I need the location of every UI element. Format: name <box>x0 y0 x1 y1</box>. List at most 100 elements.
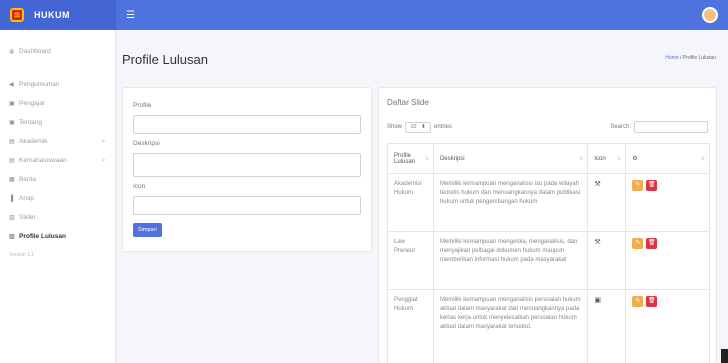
sidebar-item-berita[interactable]: ▦ Berita <box>0 170 115 189</box>
table-row: Penggiat Hukum Memiliki kemampuan mengan… <box>387 289 710 363</box>
search-input[interactable] <box>634 121 708 133</box>
profile-label: Profile <box>133 102 152 109</box>
entries-value: 10 <box>410 124 417 130</box>
sort-icon: ⇅ <box>700 156 705 162</box>
breadcrumb-separator: / <box>680 55 682 61</box>
sidebar: ◍ Dashboard ◀ Pengumuman ▣ Pengajar ▣ Te… <box>0 30 116 363</box>
sidebar-item-kemahasiswaan[interactable]: ▤ Kemahasiswaan > <box>0 151 115 170</box>
sort-icon: ⇅ <box>424 156 429 162</box>
sidebar-item-label: Kemahasiswaan <box>19 157 67 164</box>
users-icon: ▣ <box>9 101 15 107</box>
table-row: Law Preneur Memiliki kemampuan mengelola… <box>387 231 710 290</box>
hammer-icon: ⚒ <box>587 231 627 290</box>
sort-icon: ⇅ <box>617 156 622 162</box>
building-icon: ▣ <box>587 289 627 363</box>
col-header-icon[interactable]: Icon ⇅ <box>587 143 627 174</box>
hammer-icon: ⚒ <box>587 173 627 232</box>
megaphone-icon: ◀ <box>9 82 14 88</box>
cell-deskripsi: Memiliki kemampuan menganalisis persoala… <box>432 289 589 363</box>
list-icon: ▤ <box>9 158 15 164</box>
sidebar-item-label: Dashboard <box>19 48 51 55</box>
search-wrap: Search: <box>610 121 708 133</box>
header-label: Deskripsi <box>439 155 465 162</box>
scrollbar-thumb[interactable] <box>721 349 728 363</box>
sidebar-item-profile-lulusan[interactable]: ▥ Profile Lulusan <box>0 227 115 246</box>
slider-icon: ▥ <box>9 215 15 221</box>
delete-button[interactable]: 🗑 <box>646 296 658 307</box>
cell-actions: ✎ 🗑 <box>625 173 710 232</box>
cell-profile: Law Preneur <box>387 231 434 290</box>
entries-label: entries <box>434 124 453 130</box>
deskripsi-textarea[interactable] <box>133 153 361 177</box>
sidebar-item-label: Berita <box>19 176 36 183</box>
list-icon: ▤ <box>9 139 15 145</box>
cell-deskripsi: Memiliki kemampuan menganalisis isu pada… <box>432 173 589 232</box>
profile-input[interactable] <box>133 115 361 134</box>
chevron-right-icon: > <box>101 138 105 145</box>
top-navbar: ⚖ HUKUM ☰ <box>0 0 728 30</box>
sidebar-item-dashboard[interactable]: ◍ Dashboard <box>0 42 115 61</box>
select-arrow-icon: ⬍ <box>421 124 426 130</box>
cell-deskripsi: Memiliki kemampuan mengelola, menganalis… <box>432 231 589 290</box>
show-label: Show <box>387 124 403 130</box>
newspaper-icon: ▦ <box>9 177 15 183</box>
chevron-right-icon: > <box>101 157 105 164</box>
header-label: Icon <box>594 155 606 162</box>
breadcrumb: Home / Profile Lulusan <box>665 55 716 61</box>
cell-profile: Penggiat Hukum <box>387 289 434 363</box>
icon-label: Icon <box>133 183 146 190</box>
cell-actions: ✎ 🗑 <box>625 231 710 290</box>
sort-icon: ⇅ <box>579 156 584 162</box>
profile-form-card: Profile Deskripsi Icon Simpan <box>122 87 372 252</box>
file-icon: ▐ <box>9 195 14 202</box>
breadcrumb-home-link[interactable]: Home <box>665 55 678 61</box>
sidebar-item-label: Tentang <box>19 119 43 126</box>
user-avatar[interactable] <box>702 7 718 23</box>
sidebar-item-label: Arsip <box>19 195 34 202</box>
sidebar-item-pengumuman[interactable]: ◀ Pengumuman <box>0 75 115 94</box>
sidebar-item-label: Pengajar <box>19 100 46 107</box>
brand-logo-icon: ⚖ <box>10 8 24 22</box>
sidebar-item-pengajar[interactable]: ▣ Pengajar <box>0 94 115 113</box>
col-header-deskripsi[interactable]: Deskripsi ⇅ <box>432 143 589 174</box>
slider-icon: ▥ <box>9 234 15 240</box>
gear-icon: ⚙ <box>632 156 638 162</box>
menu-toggle-icon[interactable]: ☰ <box>126 10 135 21</box>
slide-table: Profile Lulusan ⇅ Deskripsi ⇅ Icon ⇅ ⚙ ⇅ Aka… <box>387 143 710 363</box>
delete-button[interactable]: 🗑 <box>646 180 658 191</box>
header-label: Profile Lulusan <box>394 152 416 165</box>
table-header-row: Profile Lulusan ⇅ Deskripsi ⇅ Icon ⇅ ⚙ ⇅ <box>387 143 710 174</box>
table-controls: Show 10 ⬍ entries Search: <box>387 121 708 133</box>
cell-actions: ✎ 🗑 <box>625 289 710 363</box>
slide-table-card: Daftar Slide Show 10 ⬍ entries Search: P… <box>378 87 717 363</box>
sidebar-item-label: Pengumuman <box>19 81 60 88</box>
sidebar-item-slider[interactable]: ▥ Slider <box>0 208 115 227</box>
edit-button[interactable]: ✎ <box>632 180 644 191</box>
version-text: Version 1.1 <box>9 252 35 258</box>
brand[interactable]: ⚖ HUKUM <box>0 0 116 30</box>
sidebar-item-label: Slider <box>19 214 36 221</box>
edit-button[interactable]: ✎ <box>632 238 644 249</box>
users-icon: ▣ <box>9 120 15 126</box>
col-header-profile[interactable]: Profile Lulusan ⇅ <box>387 143 434 174</box>
breadcrumb-current: Profile Lulusan <box>682 55 716 61</box>
sidebar-item-label: Profile Lulusan <box>19 233 66 240</box>
cell-profile: Akademisi Hukum <box>387 173 434 232</box>
sidebar-item-akademik[interactable]: ▤ Akademik > <box>0 132 115 151</box>
save-button[interactable]: Simpan <box>133 223 162 237</box>
sidebar-item-label: Akademik <box>19 138 48 145</box>
icon-input[interactable] <box>133 196 361 215</box>
deskripsi-label: Deskripsi <box>133 140 160 147</box>
delete-button[interactable]: 🗑 <box>646 238 658 249</box>
edit-button[interactable]: ✎ <box>632 296 644 307</box>
table-row: Akademisi Hukum Memiliki kemampuan menga… <box>387 173 710 232</box>
page-title: Profile Lulusan <box>122 52 208 67</box>
entries-select[interactable]: 10 ⬍ <box>405 121 432 133</box>
sidebar-item-arsip[interactable]: ▐ Arsip <box>0 189 115 208</box>
dashboard-icon: ◍ <box>9 49 15 55</box>
search-label: Search: <box>610 124 631 130</box>
sidebar-item-tentang[interactable]: ▣ Tentang <box>0 113 115 132</box>
brand-name: HUKUM <box>34 10 70 20</box>
table-title: Daftar Slide <box>387 98 429 107</box>
col-header-actions[interactable]: ⚙ ⇅ <box>625 143 710 174</box>
